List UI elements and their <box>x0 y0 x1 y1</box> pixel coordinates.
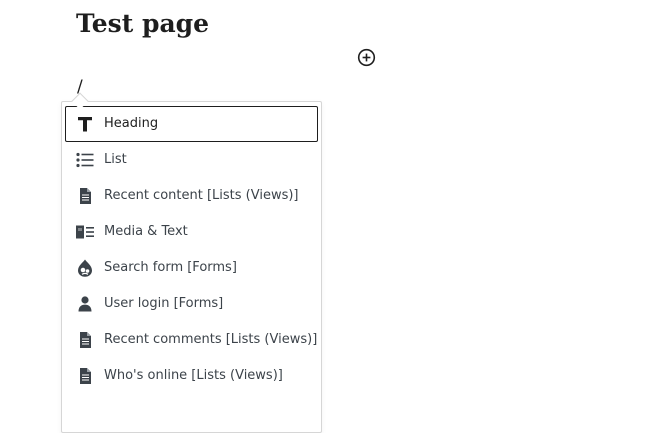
page-title[interactable]: Test page <box>76 6 209 42</box>
autocomplete-option-user-login[interactable]: User login [Forms] <box>65 286 318 322</box>
autocomplete-option-whos-online[interactable]: Who's online [Lists (Views)] <box>65 358 318 394</box>
block-autocomplete-popover: Heading List Recent content [Lists (View… <box>61 101 322 433</box>
option-label: Search form [Forms] <box>104 260 237 275</box>
option-label: Heading <box>104 116 159 131</box>
plus-circle-icon <box>357 48 376 67</box>
autocomplete-option-recent-content[interactable]: Recent content [Lists (Views)] <box>65 178 318 214</box>
option-label: Recent content [Lists (Views)] <box>104 188 299 203</box>
autocomplete-option-list[interactable]: List <box>65 142 318 178</box>
media-text-icon <box>73 220 97 244</box>
user-icon <box>73 292 97 316</box>
option-label: Recent comments [Lists (Views)] <box>104 332 318 347</box>
option-label: User login [Forms] <box>104 296 224 311</box>
autocomplete-option-search-form[interactable]: Search form [Forms] <box>65 250 318 286</box>
option-label: List <box>104 152 127 167</box>
add-block-button[interactable] <box>357 48 376 67</box>
document-icon <box>73 328 97 352</box>
document-icon <box>73 364 97 388</box>
list-icon <box>73 148 97 172</box>
heading-icon <box>73 112 97 136</box>
autocomplete-option-heading[interactable]: Heading <box>65 106 318 142</box>
autocomplete-list: Heading List Recent content [Lists (View… <box>62 106 321 394</box>
document-icon <box>73 184 97 208</box>
drupal-drop-icon <box>73 256 97 280</box>
autocomplete-option-media-text[interactable]: Media & Text <box>65 214 318 250</box>
option-label: Who's online [Lists (Views)] <box>104 368 283 383</box>
autocomplete-option-recent-comments[interactable]: Recent comments [Lists (Views)] <box>65 322 318 358</box>
option-label: Media & Text <box>104 224 188 239</box>
